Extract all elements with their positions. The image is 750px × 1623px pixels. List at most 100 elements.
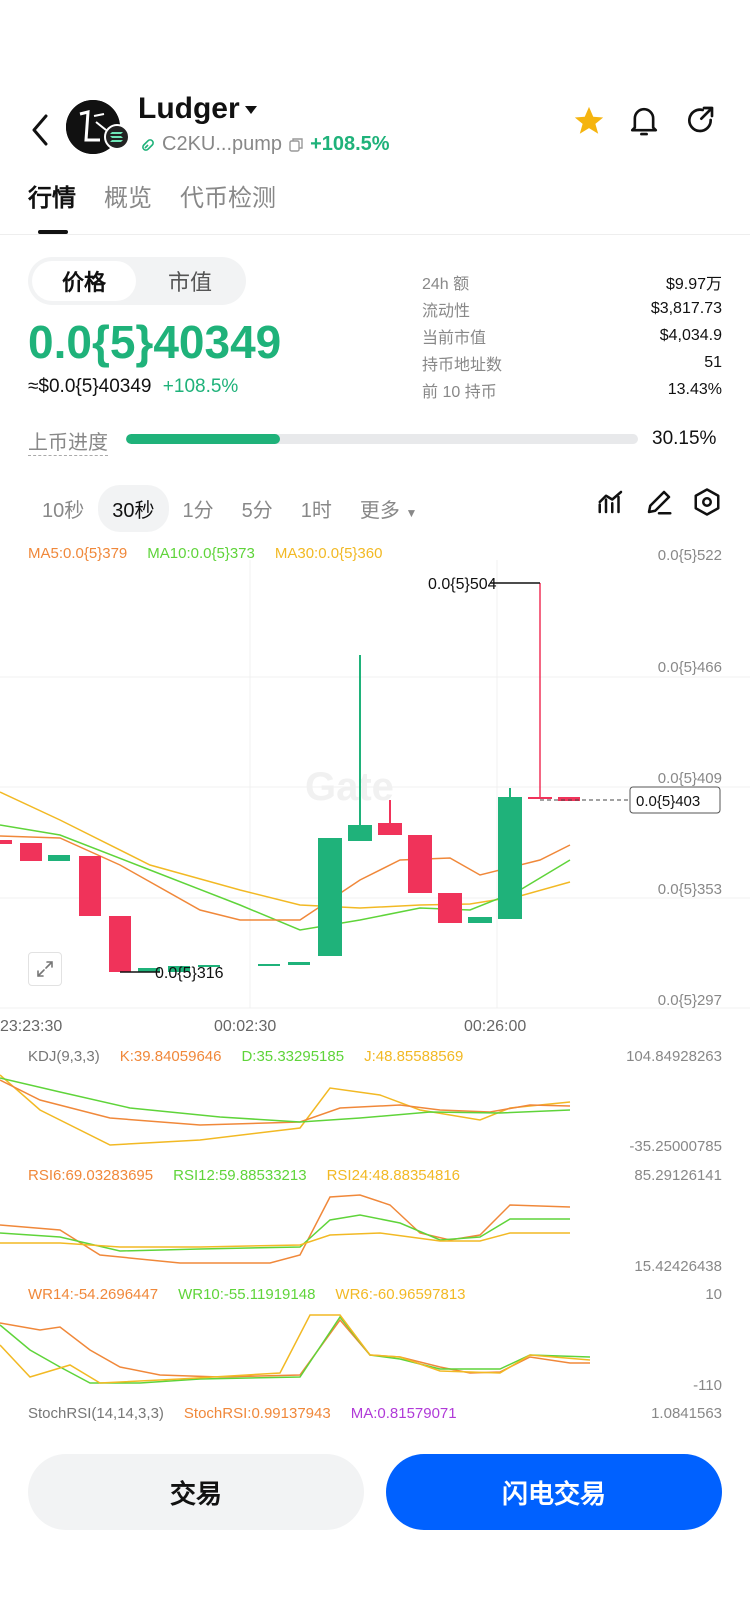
- expand-chart-button[interactable]: [28, 952, 62, 986]
- price-change: +108.5%: [162, 376, 239, 397]
- interval-1m[interactable]: 1分: [169, 485, 228, 532]
- token-header: Ludger C2KU...pump +108.5%: [0, 80, 750, 170]
- wr-max: 10: [705, 1286, 722, 1303]
- header-change: +108.5%: [310, 133, 390, 155]
- price-axis-label: 0.0{5}409: [658, 770, 722, 787]
- wr-chart: [0, 1314, 591, 1384]
- candle: [20, 843, 42, 861]
- price-axis-label: 0.0{5}353: [658, 881, 722, 898]
- toggle-market-cap[interactable]: 市值: [138, 261, 242, 301]
- time-axis-label: 00:02:30: [214, 1018, 277, 1035]
- listing-progress-fill: [126, 434, 281, 444]
- stat-label: 当前市值: [422, 329, 487, 347]
- gate-watermark: Gate: [305, 765, 394, 809]
- toggle-price[interactable]: 价格: [32, 261, 136, 301]
- main-tabs: 行情 概览 代币检测: [28, 178, 276, 213]
- listing-progress-label[interactable]: 上币进度: [28, 426, 108, 456]
- token-stats: 24h 额 $9.97万 流动性 $3,817.73 当前市值 $4,034.9 持币…: [422, 268, 722, 403]
- price-mcap-toggle: 价格 市值: [28, 257, 246, 305]
- star-icon[interactable]: [572, 104, 606, 138]
- tab-token-check[interactable]: 代币检测: [180, 178, 276, 213]
- rsi6: RSI6:69.03283695: [28, 1167, 154, 1184]
- interval-5m[interactable]: 5分: [228, 485, 287, 532]
- kdj-legend: KDJ(9,3,3) K:39.84059646 D:35.33295185 J…: [28, 1048, 463, 1065]
- price-axis-label: 0.0{5}297: [658, 992, 722, 1009]
- chevron-down-icon: ▼: [405, 506, 418, 520]
- trade-button[interactable]: 交易: [28, 1454, 364, 1530]
- candle: [258, 964, 280, 966]
- pill-icon: [142, 138, 154, 151]
- interval-more[interactable]: 更多 ▼: [346, 485, 431, 532]
- copy-icon[interactable]: [288, 137, 304, 153]
- price-axis-label: 0.0{5}466: [658, 659, 722, 676]
- share-icon[interactable]: [684, 104, 716, 136]
- candle: [348, 825, 372, 841]
- kdj-max: 104.84928263: [626, 1048, 722, 1065]
- candle: [48, 855, 70, 861]
- candle: [378, 823, 402, 835]
- interval-30s[interactable]: 30秒: [98, 485, 169, 532]
- stat-value: $9.97万: [665, 275, 722, 293]
- rsi-legend: RSI6:69.03283695 RSI12:59.88533213 RSI24…: [28, 1167, 460, 1184]
- stat-value: 13.43%: [667, 380, 722, 398]
- tab-overview[interactable]: 概览: [104, 178, 152, 213]
- indicator-icon[interactable]: [596, 487, 626, 517]
- interval-1h[interactable]: 1时: [287, 485, 346, 532]
- interval-selector: 10秒 30秒 1分 5分 1时 更多 ▼: [28, 485, 431, 532]
- candle: [109, 916, 131, 972]
- bell-icon[interactable]: [628, 104, 660, 138]
- settings-hexagon-icon[interactable]: [692, 487, 722, 517]
- token-subline: C2KU...pump +108.5%: [140, 133, 390, 156]
- wr6: WR6:-60.96597813: [335, 1286, 466, 1303]
- divider: [0, 234, 750, 235]
- stat-label: 24h 额: [422, 275, 470, 293]
- price-axis-top: 0.0{5}522: [657, 547, 722, 564]
- draw-pen-icon[interactable]: [644, 487, 674, 517]
- kdj-d: D:35.33295185: [241, 1048, 345, 1065]
- token-name[interactable]: Ludger: [138, 92, 240, 126]
- candle: [0, 840, 12, 844]
- time-axis-label: 23:23:30: [0, 1018, 63, 1035]
- interval-10s[interactable]: 10秒: [28, 485, 98, 532]
- flash-trade-button[interactable]: 闪电交易: [386, 1454, 722, 1530]
- interval-more-label: 更多: [359, 500, 400, 522]
- candle: [408, 835, 432, 893]
- listing-progress-value: 30.15%: [652, 428, 717, 449]
- stochrsi-legend: StochRSI(14,14,3,3) StochRSI:0.99137943 …: [28, 1405, 457, 1422]
- chevron-down-icon[interactable]: [245, 106, 257, 114]
- kdj-name: KDJ(9,3,3): [28, 1048, 100, 1065]
- wr-legend: WR14:-54.2696447 WR10:-55.11919148 WR6:-…: [28, 1286, 466, 1303]
- candle: [498, 797, 522, 919]
- contract-address: C2KU...pump: [162, 133, 283, 155]
- expand-icon: [37, 961, 53, 977]
- stat-row: 前 10 持币 13.43%: [422, 376, 722, 403]
- rsi24: RSI24:48.88354816: [326, 1167, 461, 1184]
- stat-value: 51: [704, 353, 722, 371]
- rsi-chart: [0, 1194, 571, 1264]
- stat-label: 持币地址数: [422, 356, 503, 374]
- price-usd-value: ≈$0.0{5}40349: [28, 376, 152, 397]
- candles: [0, 583, 580, 972]
- kdj-chart: [0, 1074, 571, 1146]
- wr10: WR10:-55.11919148: [178, 1286, 316, 1303]
- current-price: 0.0{5}40349: [28, 316, 282, 368]
- stat-value: $3,817.73: [650, 299, 722, 317]
- stochrsi-max: 1.0841563: [651, 1405, 722, 1422]
- back-arrow-icon[interactable]: [28, 110, 52, 150]
- stat-row: 24h 额 $9.97万: [422, 268, 722, 295]
- stat-row: 当前市值 $4,034.9: [422, 322, 722, 349]
- stochrsi-name: StochRSI(14,14,3,3): [28, 1405, 164, 1422]
- stat-value: $4,034.9: [659, 326, 722, 344]
- candle: [288, 962, 310, 965]
- tab-market[interactable]: 行情: [28, 178, 76, 213]
- wr14: WR14:-54.2696447: [28, 1286, 159, 1303]
- stochrsi-ma: MA:0.81579071: [350, 1405, 457, 1422]
- stat-label: 前 10 持币: [422, 383, 497, 401]
- candle: [79, 856, 101, 916]
- stochrsi-value: StochRSI:0.99137943: [183, 1405, 331, 1422]
- solana-chain-icon: [104, 124, 130, 150]
- kdj-k: K:39.84059646: [119, 1048, 222, 1065]
- listing-progress-bar: [126, 434, 638, 444]
- candlestick-chart[interactable]: Gate 0.0{5}504 0.0{5}316 0.0{5}403 0.0{5…: [0, 560, 750, 1010]
- stat-row: 流动性 $3,817.73: [422, 295, 722, 322]
